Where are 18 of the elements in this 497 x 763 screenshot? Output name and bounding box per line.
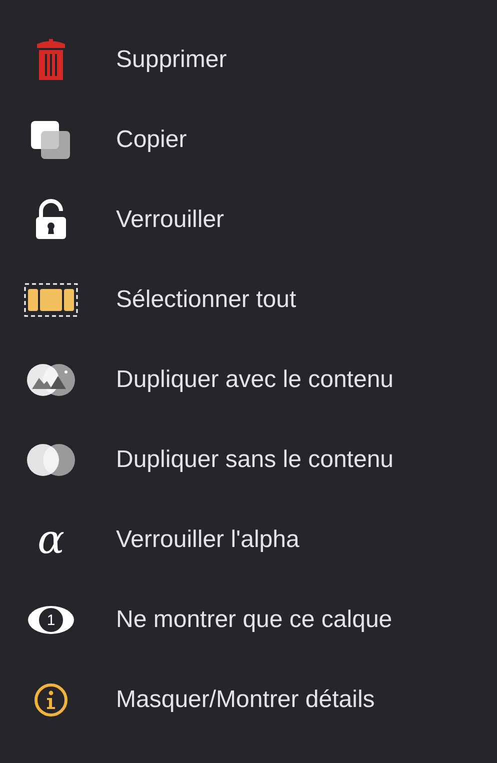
menu-item[interactable]: Masquer/Montrer détails	[0, 660, 497, 740]
alpha-icon: α	[37, 520, 64, 560]
menu-item[interactable]: Dupliquer sans le contenu	[0, 420, 497, 500]
menu-item[interactable]: 1 Ne montrer que ce calque	[0, 580, 497, 660]
menu-item[interactable]: Supprimer	[0, 20, 497, 100]
menu-item[interactable]: Sélectionner tout	[0, 260, 497, 340]
trash-icon	[35, 38, 67, 82]
menu-item[interactable]: α Verrouiller l'alpha	[0, 500, 497, 580]
eye-icon: 1	[28, 606, 74, 634]
info-icon	[34, 683, 68, 717]
overlapping-circles-icon	[26, 443, 76, 477]
unlock-icon	[34, 199, 68, 241]
selection-icon	[24, 281, 78, 319]
copy-icon	[30, 120, 72, 160]
menu-item[interactable]: Verrouiller	[0, 180, 497, 260]
duplicate-images-icon	[26, 363, 76, 397]
menu-item[interactable]: Dupliquer avec le contenu	[0, 340, 497, 420]
menu-item[interactable]: Copier	[0, 100, 497, 180]
